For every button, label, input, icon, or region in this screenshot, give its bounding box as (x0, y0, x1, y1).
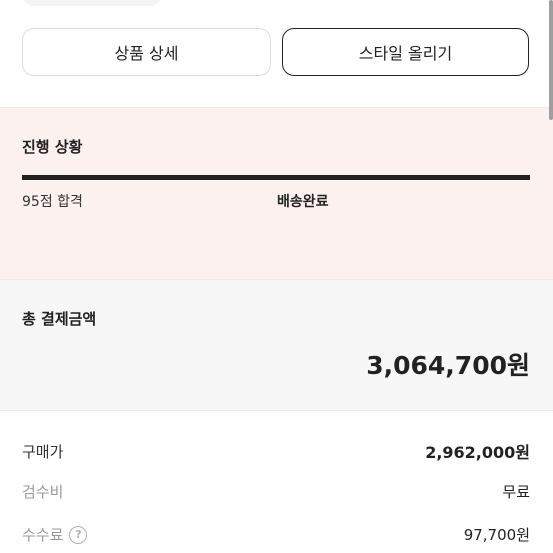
commission-value: 97,700원 (463, 526, 530, 544)
commission-row: 수수료 ? 97,700원 (22, 524, 530, 545)
commission-label-wrap: 수수료 ? (22, 524, 88, 545)
total-section: 총 결제금액 3,064,700원 (0, 280, 553, 410)
inspection-fee-label: 검수비 (22, 483, 64, 501)
commission-label: 수수료 (22, 526, 64, 544)
total-amount: 3,064,700원 (366, 351, 530, 380)
divider (0, 410, 553, 411)
inspection-fee-value: 무료 (502, 483, 530, 501)
progress-bar (22, 175, 530, 180)
total-label: 총 결제금액 (22, 310, 97, 328)
inspection-fee-row: 검수비 무료 (22, 481, 530, 502)
progress-section: 진행 상황 95점 합격 배송완료 (0, 108, 553, 279)
help-icon[interactable]: ? (69, 525, 88, 544)
progress-step-delivered: 배송완료 (277, 194, 329, 210)
price-value: 2,962,000원 (425, 443, 530, 462)
top-pill (22, 0, 162, 6)
upload-style-button[interactable]: 스타일 올리기 (282, 28, 529, 76)
price-label: 구매가 (22, 442, 64, 461)
progress-step-inspection: 95점 합격 (22, 194, 83, 210)
scrollbar[interactable] (549, 0, 553, 120)
price-row: 구매가 2,962,000원 (22, 439, 530, 463)
product-detail-button[interactable]: 상품 상세 (22, 28, 271, 76)
progress-title: 진행 상황 (22, 138, 83, 156)
